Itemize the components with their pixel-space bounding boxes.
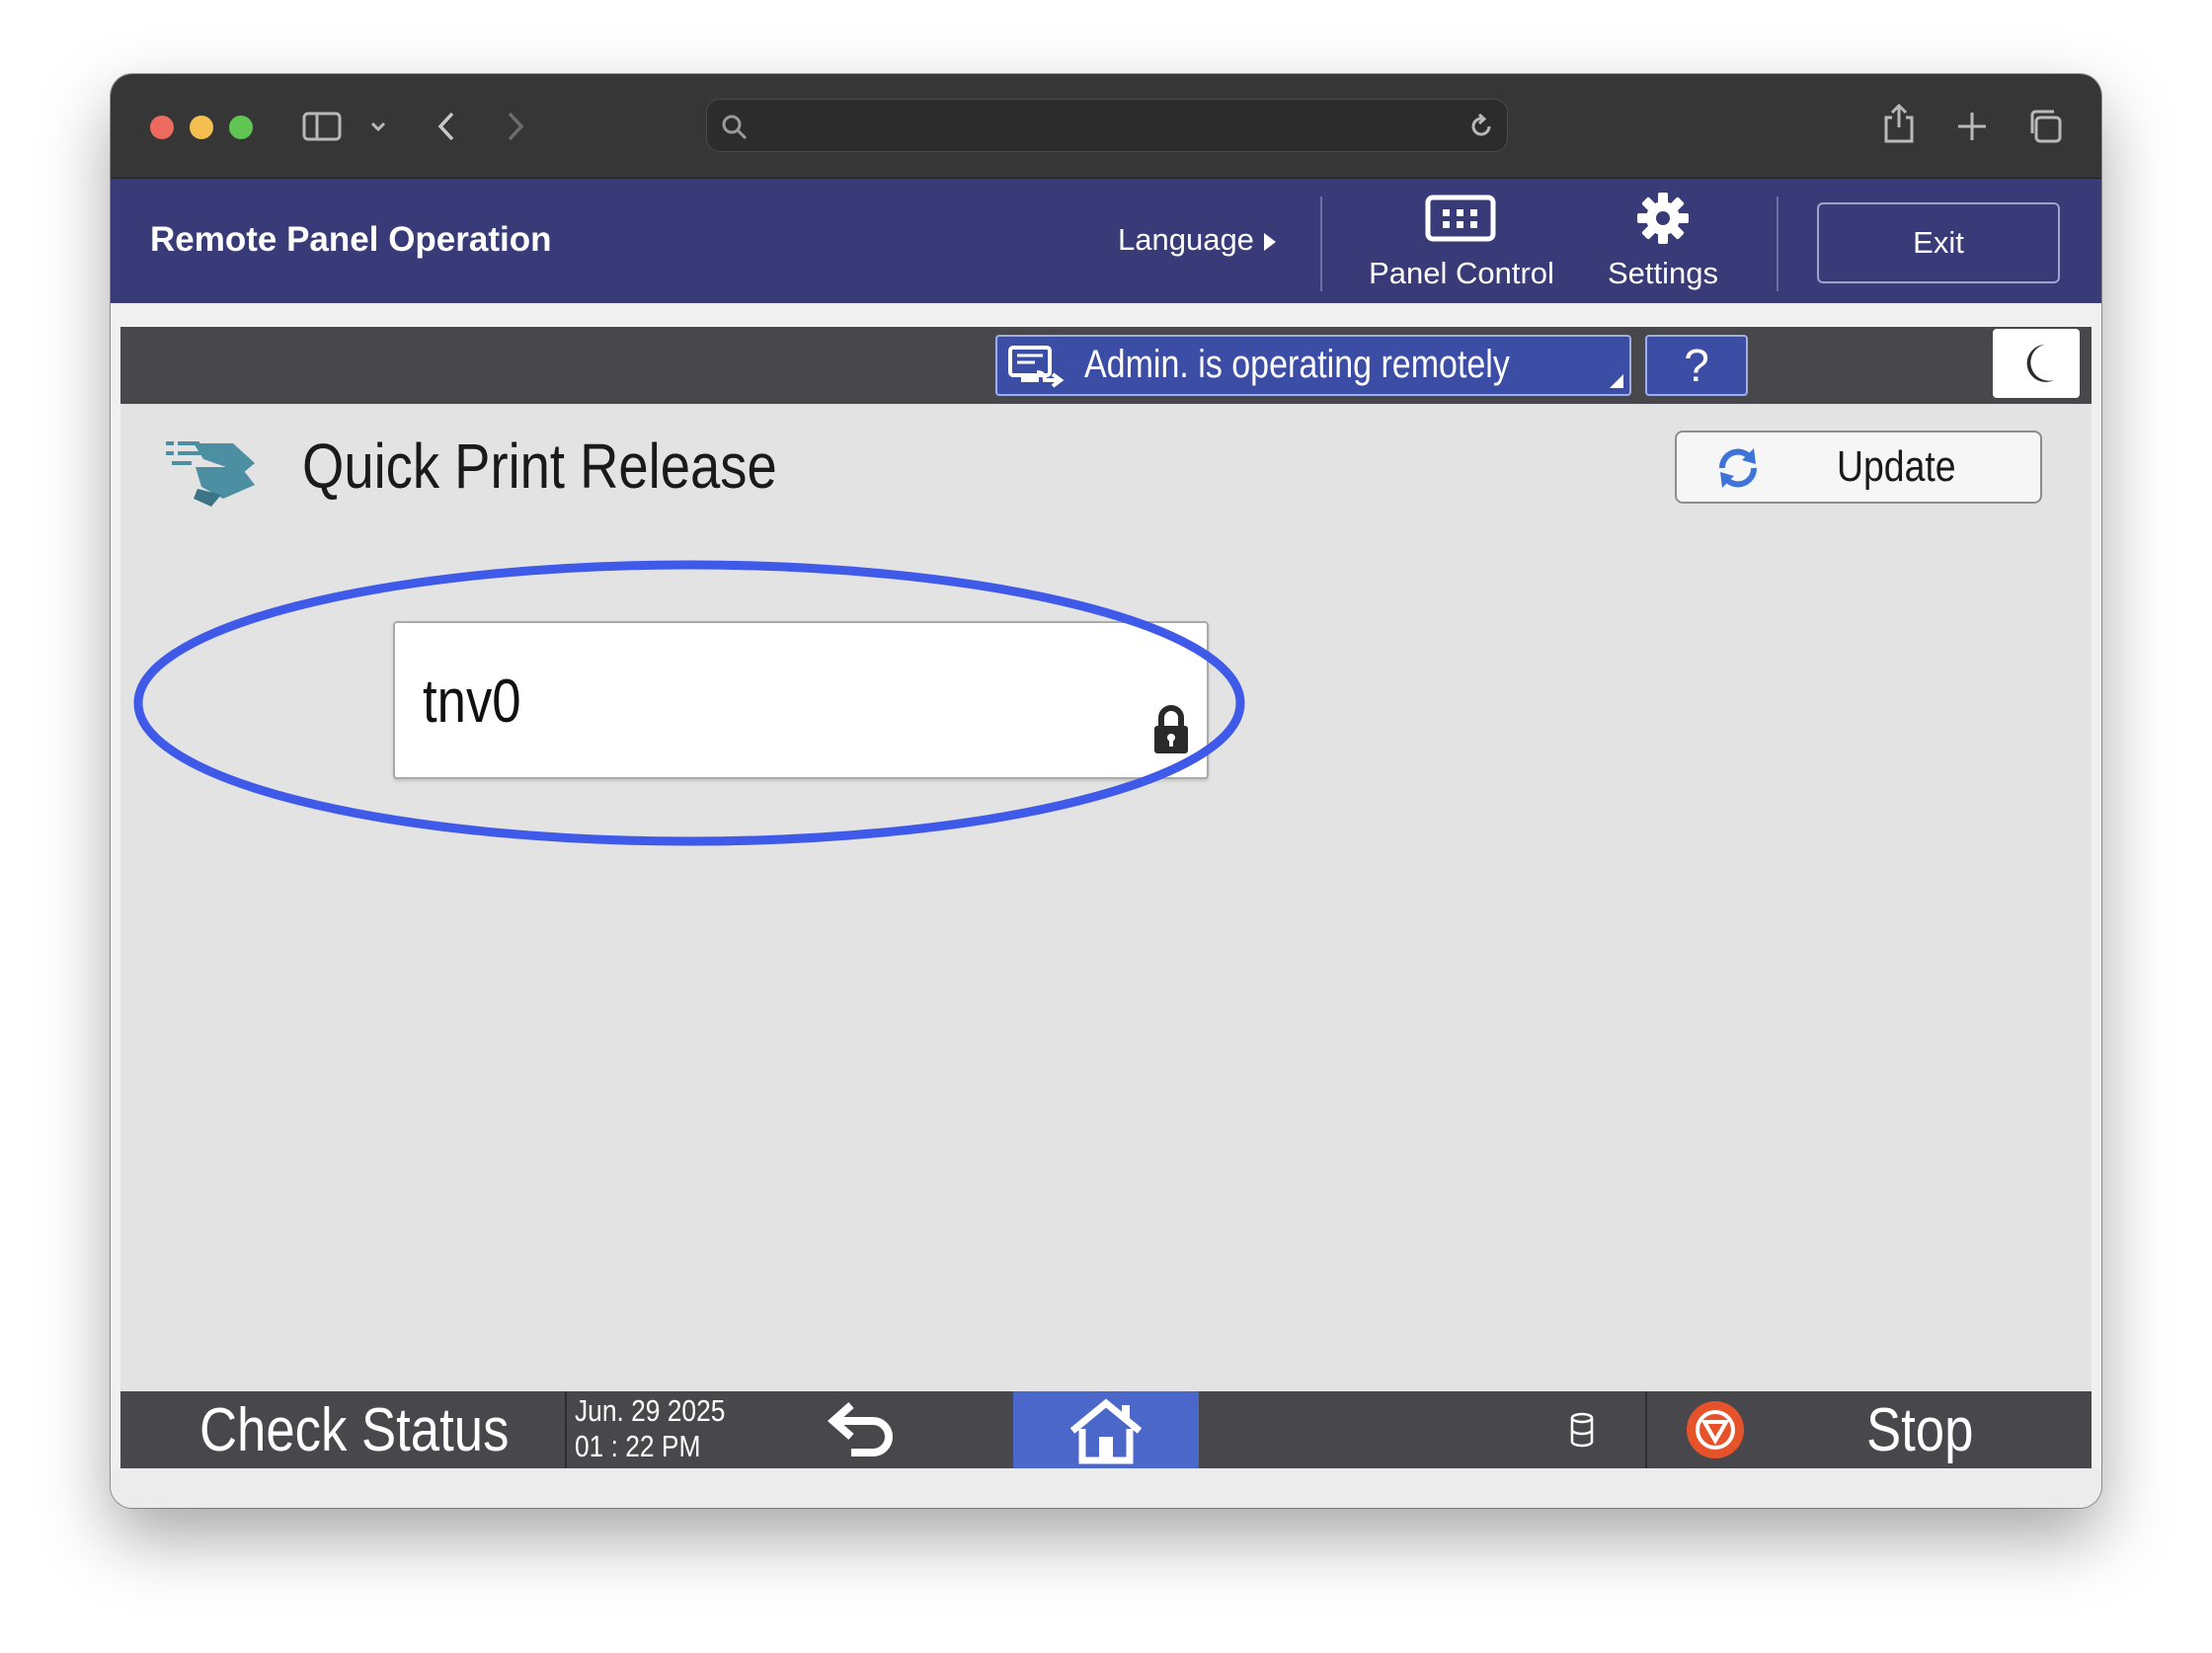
- user-name: tnv0: [423, 668, 521, 736]
- minimize-window-button[interactable]: [190, 116, 213, 139]
- page-footer-space: [111, 1468, 2101, 1508]
- header-divider: [1320, 197, 1322, 291]
- print-user-tile[interactable]: tnv0: [393, 621, 1209, 779]
- search-icon: [722, 115, 748, 140]
- chevron-down-icon[interactable]: [369, 119, 387, 133]
- language-button[interactable]: Language: [1118, 222, 1276, 258]
- bottom-divider: [1645, 1391, 1647, 1468]
- admin-status-button[interactable]: Admin. is operating remotely: [995, 335, 1631, 396]
- new-tab-icon[interactable]: [1955, 110, 1989, 143]
- data-storage-icon: [1570, 1412, 1594, 1448]
- caret-right-icon: [1263, 232, 1276, 251]
- tabs-icon[interactable]: [2026, 108, 2064, 145]
- update-label: Update: [1837, 442, 1956, 491]
- quick-print-release-icon: [166, 441, 255, 507]
- sidebar-icon[interactable]: [302, 112, 342, 141]
- page-title: Quick Print Release: [302, 431, 777, 502]
- status-strip: Admin. is operating remotely ?: [120, 327, 2092, 404]
- keypad-icon: [1425, 195, 1496, 242]
- share-icon[interactable]: [1882, 102, 1916, 145]
- stop-icon[interactable]: [1685, 1399, 1746, 1460]
- help-button[interactable]: ?: [1645, 335, 1748, 396]
- panel-control-label: Panel Control: [1369, 256, 1554, 290]
- gear-icon: [1637, 193, 1689, 244]
- update-button[interactable]: Update: [1675, 431, 2042, 504]
- back-icon[interactable]: [434, 110, 458, 143]
- maximize-window-button[interactable]: [229, 116, 253, 139]
- bottom-status-bar: Check Status Jun. 29 2025 01 : 22 PM Sto…: [120, 1391, 2092, 1468]
- browser-toolbar: [111, 74, 2101, 179]
- time-text: 01 : 22 PM: [575, 1429, 701, 1463]
- settings-label: Settings: [1607, 256, 1718, 290]
- settings-button[interactable]: Settings: [1594, 189, 1732, 297]
- remote-panel: Admin. is operating remotely ? Quick Pri…: [120, 327, 2092, 1468]
- stop-button[interactable]: Stop: [1866, 1395, 1973, 1465]
- back-arrow-icon[interactable]: [822, 1399, 901, 1460]
- home-button[interactable]: [1013, 1391, 1199, 1468]
- moon-icon: [2026, 345, 2054, 382]
- bottom-divider: [565, 1391, 567, 1468]
- lock-icon: [1154, 705, 1188, 753]
- app-header: Remote Panel Operation Language Panel Co…: [111, 179, 2101, 303]
- address-bar[interactable]: [706, 99, 1508, 152]
- check-status-button[interactable]: Check Status: [199, 1395, 509, 1465]
- panel-control-button[interactable]: Panel Control: [1363, 189, 1560, 297]
- app-title: Remote Panel Operation: [150, 220, 552, 259]
- browser-window: Remote Panel Operation Language Panel Co…: [111, 74, 2101, 1508]
- home-icon: [1069, 1398, 1143, 1464]
- header-divider: [1777, 197, 1778, 291]
- remote-operation-icon: [1008, 346, 1065, 388]
- close-window-button[interactable]: [150, 116, 174, 139]
- exit-button[interactable]: Exit: [1817, 202, 2060, 283]
- admin-status-text: Admin. is operating remotely: [1084, 343, 1510, 386]
- energy-saver-button[interactable]: [1993, 329, 2080, 398]
- language-label: Language: [1118, 222, 1254, 257]
- forward-icon[interactable]: [504, 110, 527, 143]
- reload-icon[interactable]: [1467, 113, 1495, 140]
- expand-corner-icon: [1610, 374, 1623, 388]
- date-text: Jun. 29 2025: [575, 1393, 726, 1428]
- refresh-icon: [1718, 448, 1758, 488]
- date-time: Jun. 29 2025 01 : 22 PM: [575, 1393, 725, 1464]
